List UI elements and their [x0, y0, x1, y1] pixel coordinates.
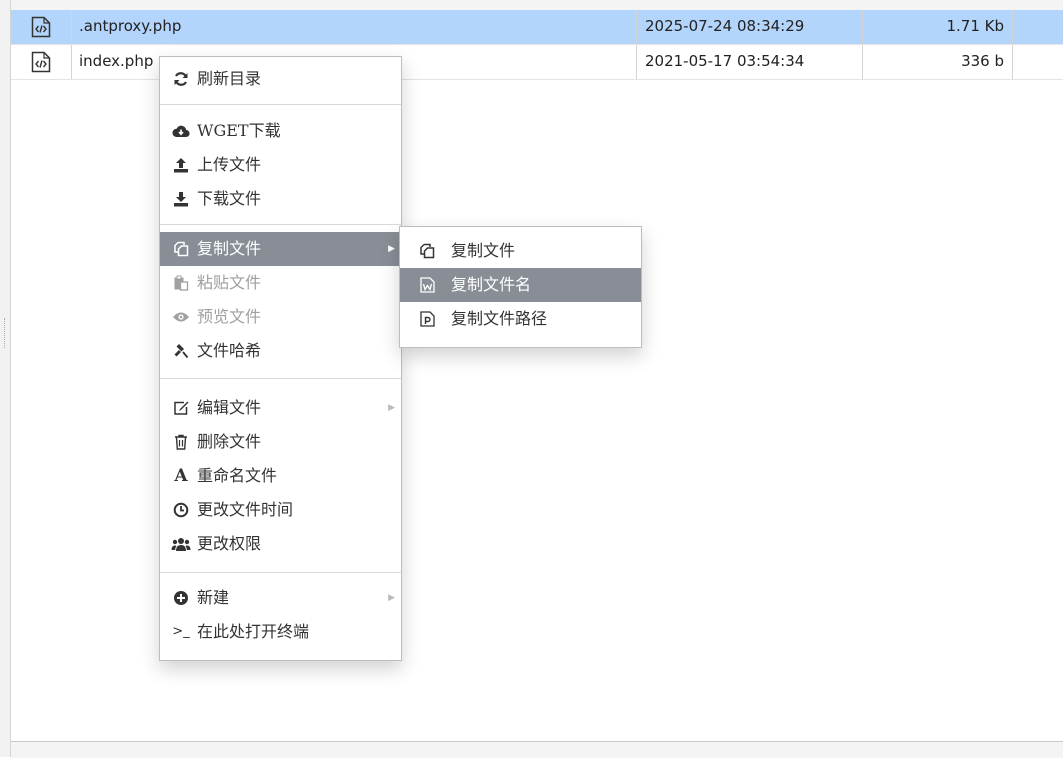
paste-icon — [171, 266, 191, 300]
menu-item-paste[interactable]: 粘贴文件 — [160, 266, 401, 300]
submenu-item-copy-file[interactable]: 复制文件 — [400, 234, 641, 268]
menu-item-hash[interactable]: 文件哈希 — [160, 334, 401, 368]
menu-item-new[interactable]: 新建 ▶ — [160, 581, 401, 615]
file-size: 1.71 Kb — [863, 10, 1013, 44]
left-panel-edge — [0, 0, 11, 757]
trash-icon — [171, 425, 191, 459]
eye-icon — [171, 300, 191, 334]
download-icon — [171, 182, 191, 216]
menu-item-delete[interactable]: 删除文件 — [160, 425, 401, 459]
file-extra — [1013, 45, 1063, 79]
submenu-arrow-icon: ▶ — [388, 244, 395, 254]
file-modified: 2021-05-17 03:54:34 — [637, 45, 863, 79]
terminal-icon: >_ — [172, 624, 190, 639]
file-icon-cell — [11, 10, 72, 44]
file-modified: 2025-07-24 08:34:29 — [637, 10, 863, 44]
upload-icon — [171, 148, 191, 182]
menu-item-copy[interactable]: 复制文件 ▶ — [160, 232, 401, 266]
file-icon-cell — [11, 45, 72, 79]
powerpoint-file-icon — [417, 302, 437, 336]
menu-item-rename[interactable]: A 重命名文件 — [160, 459, 401, 493]
status-bar — [11, 741, 1063, 758]
context-menu: 刷新目录 WGET下载 上传文件 下载文件 复制文件 ▶ 粘贴文件 预览文件 文… — [159, 56, 402, 661]
menu-separator — [160, 104, 401, 105]
submenu-arrow-icon: ▶ — [388, 593, 395, 603]
font-icon: A — [174, 466, 188, 486]
submenu-item-copy-filename[interactable]: 复制文件名 — [400, 268, 641, 302]
menu-separator — [160, 224, 401, 225]
menu-item-upload[interactable]: 上传文件 — [160, 148, 401, 182]
submenu-item-copy-filepath[interactable]: 复制文件路径 — [400, 302, 641, 336]
menu-item-edit[interactable]: 编辑文件 ▶ — [160, 391, 401, 425]
clock-icon — [171, 493, 191, 527]
word-file-icon — [417, 268, 437, 302]
resize-grip[interactable] — [4, 318, 6, 348]
menu-item-refresh[interactable]: 刷新目录 — [160, 62, 401, 96]
file-size: 336 b — [863, 45, 1013, 79]
gavel-icon — [171, 334, 191, 368]
menu-item-preview[interactable]: 预览文件 — [160, 300, 401, 334]
copy-icon — [171, 232, 191, 266]
copy-icon — [417, 234, 437, 268]
users-icon — [171, 527, 191, 561]
menu-item-change-time[interactable]: 更改文件时间 — [160, 493, 401, 527]
edit-icon — [171, 391, 191, 425]
refresh-icon — [171, 62, 191, 96]
menu-item-download[interactable]: 下载文件 — [160, 182, 401, 216]
php-file-icon — [31, 51, 51, 73]
php-file-icon — [31, 16, 51, 38]
plus-circle-icon — [171, 581, 191, 615]
file-row[interactable]: .antproxy.php 2025-07-24 08:34:29 1.71 K… — [11, 10, 1063, 45]
menu-separator — [160, 378, 401, 379]
file-name[interactable]: .antproxy.php — [71, 10, 637, 44]
file-extra — [1013, 10, 1063, 44]
menu-item-wget[interactable]: WGET下载 — [160, 114, 401, 148]
submenu-arrow-icon: ▶ — [388, 403, 395, 413]
copy-submenu: 复制文件 复制文件名 复制文件路径 — [399, 226, 642, 348]
cloud-download-icon — [171, 114, 191, 148]
menu-item-permissions[interactable]: 更改权限 — [160, 527, 401, 561]
menu-separator — [160, 572, 401, 573]
menu-item-terminal[interactable]: >_ 在此处打开终端 — [160, 615, 401, 649]
